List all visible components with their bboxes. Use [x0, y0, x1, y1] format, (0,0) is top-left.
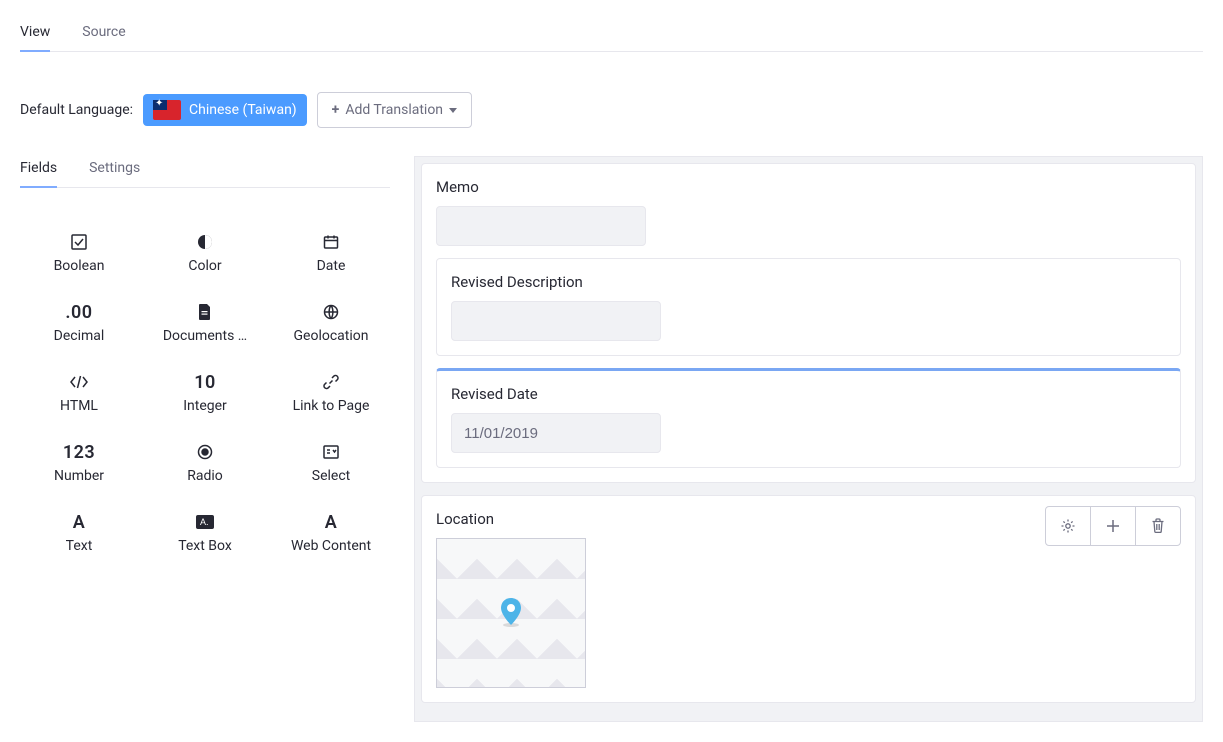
plus-icon: [1105, 518, 1121, 534]
language-row: Default Language: Chinese (Taiwan) + Add…: [20, 92, 1203, 128]
integer-icon: 10: [194, 372, 216, 392]
field-label-memo: Memo: [436, 178, 1181, 196]
field-label-revised-date: Revised Date: [451, 385, 1166, 403]
field-type-color[interactable]: Color: [146, 228, 264, 278]
field-type-webcontent[interactable]: A Web Content: [272, 508, 390, 558]
field-toolbar: [1045, 506, 1181, 546]
field-type-date[interactable]: Date: [272, 228, 390, 278]
plus-icon: +: [332, 102, 340, 118]
select-icon: [323, 442, 339, 462]
sidebar-tabs: Fields Settings: [20, 156, 390, 188]
field-add-button[interactable]: [1090, 506, 1136, 546]
memo-input[interactable]: [436, 206, 646, 246]
revised-date-input[interactable]: [451, 413, 661, 453]
html-icon: [70, 372, 88, 392]
field-card-revised-description[interactable]: Revised Description: [436, 258, 1181, 356]
field-type-text[interactable]: A Text: [20, 508, 138, 558]
tab-view[interactable]: View: [20, 20, 50, 52]
color-icon: [197, 232, 213, 252]
gear-icon: [1060, 518, 1076, 534]
trash-icon: [1151, 518, 1165, 534]
add-translation-label: Add Translation: [345, 102, 443, 118]
field-card-location[interactable]: Location: [421, 495, 1196, 703]
field-type-documents[interactable]: Documents …: [146, 298, 264, 348]
field-type-link[interactable]: Link to Page: [272, 368, 390, 418]
field-type-boolean[interactable]: Boolean: [20, 228, 138, 278]
textbox-icon: A.: [196, 512, 214, 532]
add-translation-button[interactable]: + Add Translation: [317, 92, 472, 128]
webcontent-icon: A: [325, 512, 338, 532]
field-type-grid: Boolean Color Date .00 Decimal: [20, 228, 390, 558]
tab-fields[interactable]: Fields: [20, 156, 57, 188]
field-card-memo[interactable]: Memo Revised Description Revised Date: [421, 163, 1196, 483]
field-type-textbox[interactable]: A. Text Box: [146, 508, 264, 558]
revised-description-input[interactable]: [451, 301, 661, 341]
geolocation-icon: [323, 302, 339, 322]
boolean-icon: [71, 232, 87, 252]
field-type-html[interactable]: HTML: [20, 368, 138, 418]
field-card-revised-date[interactable]: Revised Date: [436, 368, 1181, 468]
main-tabs: View Source: [20, 20, 1203, 52]
radio-icon: [197, 442, 213, 462]
default-language-label: Default Language:: [20, 102, 133, 118]
svg-text:A.: A.: [200, 517, 209, 527]
flag-taiwan-icon: [153, 100, 181, 120]
tab-source[interactable]: Source: [82, 20, 125, 52]
decimal-icon: .00: [65, 302, 92, 322]
field-label-revised-description: Revised Description: [451, 273, 1166, 291]
map-pin-icon: [499, 598, 523, 628]
location-map-preview: [436, 538, 586, 688]
form-canvas: Memo Revised Description Revised Date: [414, 156, 1203, 722]
date-icon: [323, 232, 339, 252]
tab-settings[interactable]: Settings: [89, 156, 140, 188]
default-language-name: Chinese (Taiwan): [189, 102, 297, 118]
caret-down-icon: [449, 108, 457, 113]
field-type-integer[interactable]: 10 Integer: [146, 368, 264, 418]
field-type-geolocation[interactable]: Geolocation: [272, 298, 390, 348]
documents-icon: [198, 302, 212, 322]
number-icon: 123: [63, 442, 95, 462]
text-icon: A: [73, 512, 86, 532]
field-type-select[interactable]: Select: [272, 438, 390, 488]
field-type-decimal[interactable]: .00 Decimal: [20, 298, 138, 348]
field-type-radio[interactable]: Radio: [146, 438, 264, 488]
field-type-number[interactable]: 123 Number: [20, 438, 138, 488]
field-settings-button[interactable]: [1045, 506, 1091, 546]
link-icon: [323, 372, 339, 392]
default-language-selector[interactable]: Chinese (Taiwan): [143, 94, 307, 126]
field-delete-button[interactable]: [1135, 506, 1181, 546]
